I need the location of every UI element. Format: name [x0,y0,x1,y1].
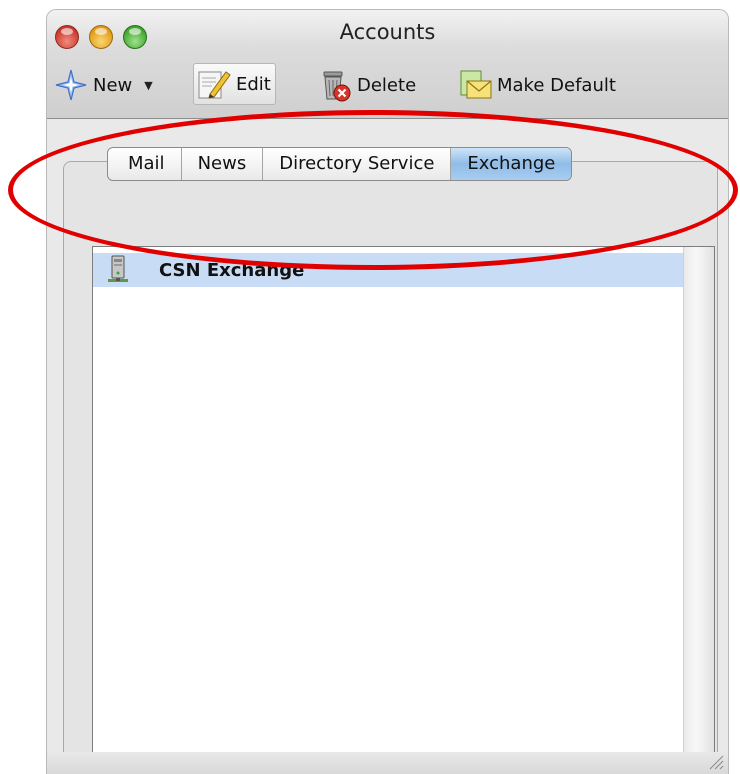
window-titlebar: Accounts New ▼ Edit Delete Make Default [47,10,728,119]
tab-mail[interactable]: Mail [108,148,182,180]
delete-button[interactable]: Delete [317,64,416,106]
window-statusbar [47,752,728,774]
window-title: Accounts [339,20,436,44]
accounts-content: CSN Exchange Mail News Directory Service… [47,119,728,774]
resize-grip-icon[interactable] [706,752,724,770]
accounts-list[interactable]: CSN Exchange [92,246,715,774]
dropdown-arrow-icon[interactable]: ▼ [144,79,152,92]
account-name: CSN Exchange [159,259,305,281]
list-item[interactable]: CSN Exchange [93,253,683,287]
tab-exchange[interactable]: Exchange [451,148,572,180]
edit-button-label: Edit [236,73,271,95]
vertical-scrollbar[interactable] [683,247,714,774]
sparkle-icon [53,67,89,103]
new-button[interactable]: New ▼ [53,64,153,106]
trash-icon [317,67,353,103]
account-type-tabs: Mail News Directory Service Exchange [107,147,573,181]
default-envelope-icon [457,67,493,103]
new-button-label: New [93,74,133,96]
server-icon [105,255,131,285]
accounts-group-box: CSN Exchange [63,161,718,774]
make-default-button-label: Make Default [497,74,616,96]
accounts-window: Accounts New ▼ Edit Delete Make Default … [47,10,728,774]
edit-pencil-icon [196,66,232,102]
make-default-button[interactable]: Make Default [457,64,616,106]
delete-button-label: Delete [357,74,417,96]
tab-directory-service[interactable]: Directory Service [263,148,452,180]
edit-button[interactable]: Edit [193,63,276,105]
tab-news[interactable]: News [182,148,264,180]
